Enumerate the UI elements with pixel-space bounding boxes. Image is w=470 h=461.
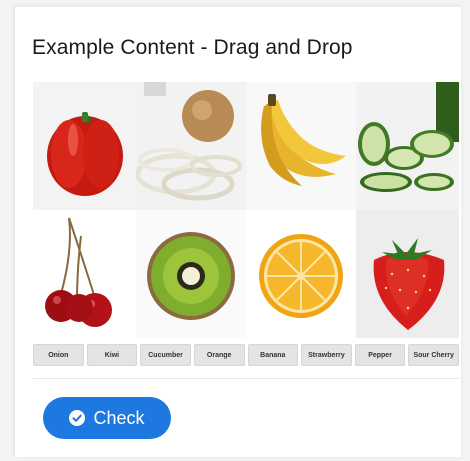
- label-chip-strawberry[interactable]: Strawberry: [301, 344, 352, 366]
- label-chip-banana[interactable]: Banana: [247, 344, 299, 366]
- page-title: Example Content - Drag and Drop: [32, 36, 353, 59]
- onion-image: [136, 82, 246, 210]
- label-chip-cucumber[interactable]: Cucumber: [140, 344, 191, 366]
- orange-image: [246, 210, 356, 338]
- cherry-image: [33, 210, 136, 338]
- image-grid: [33, 82, 459, 338]
- drop-zone-strawberry-image[interactable]: [356, 210, 459, 338]
- label-chip-kiwi[interactable]: Kiwi: [86, 344, 138, 366]
- drop-zone-cherry-image[interactable]: [33, 210, 136, 338]
- label-chip-pepper[interactable]: Pepper: [354, 344, 406, 366]
- drop-zone-cucumber-image[interactable]: [356, 82, 459, 210]
- label-chip-orange[interactable]: Orange: [193, 344, 245, 366]
- check-button-label: Check: [93, 407, 145, 428]
- check-button[interactable]: Check: [43, 397, 171, 439]
- kiwi-image: [136, 210, 246, 338]
- drop-zone-kiwi-image[interactable]: [136, 210, 246, 338]
- cucumber-image: [356, 82, 459, 210]
- label-chip-onion[interactable]: Onion: [33, 344, 84, 366]
- draggable-labels: Onion Kiwi Cucumber Orange Banana Strawb…: [33, 344, 459, 366]
- label-chip-sour-cherry[interactable]: Sour Cherry: [408, 344, 459, 366]
- strawberry-image: [356, 210, 459, 338]
- drop-zone-banana-image[interactable]: [246, 82, 356, 210]
- banana-image: [246, 82, 356, 210]
- divider: [33, 378, 459, 379]
- check-circle-icon: [69, 410, 86, 426]
- bell-pepper-image: [33, 82, 136, 210]
- drop-zone-pepper-image[interactable]: [33, 82, 136, 210]
- drop-zone-orange-image[interactable]: [246, 210, 356, 338]
- drop-zone-onion-image[interactable]: [136, 82, 246, 210]
